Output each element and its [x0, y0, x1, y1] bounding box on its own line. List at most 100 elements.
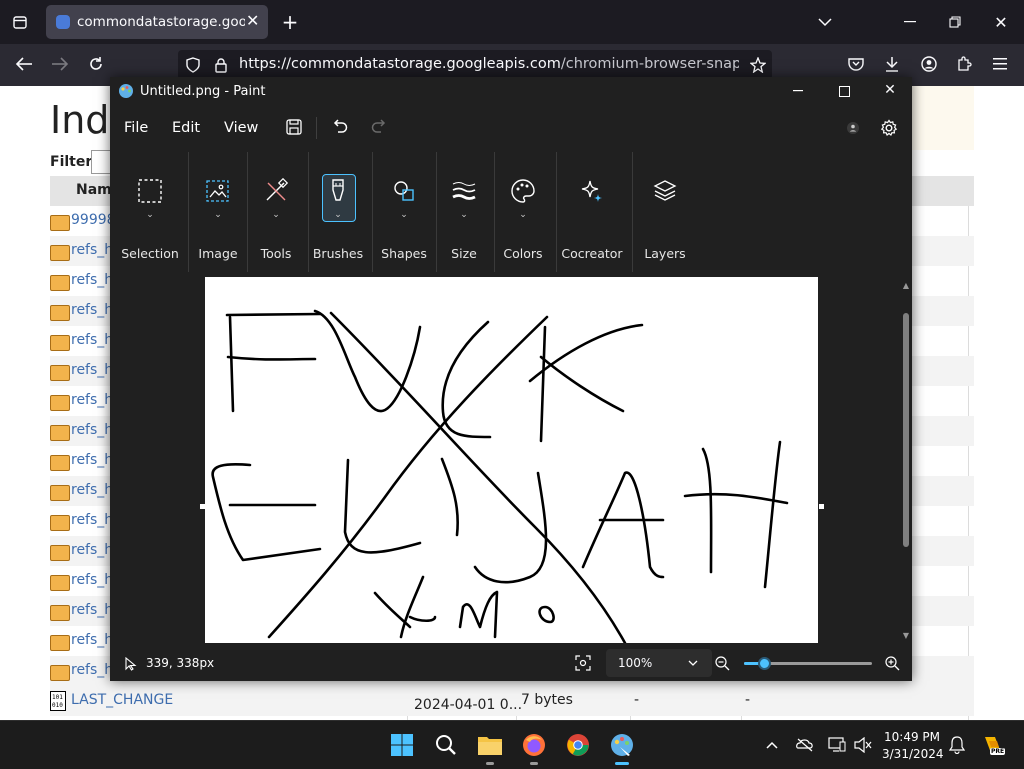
drive-status-icon[interactable] — [795, 736, 815, 754]
paint-app[interactable] — [606, 729, 638, 765]
redo-icon[interactable] — [369, 117, 389, 137]
file-link[interactable]: refs_h — [71, 452, 113, 468]
zoom-level-dropdown[interactable]: 100% — [606, 649, 712, 677]
vertical-scrollbar-thumb[interactable] — [903, 313, 909, 547]
pocket-icon[interactable] — [846, 54, 866, 74]
zoom-in-icon[interactable] — [883, 654, 901, 672]
chevron-down-icon[interactable]: ⌄ — [214, 210, 222, 220]
menu-edit[interactable]: Edit — [172, 120, 200, 136]
zoom-out-icon[interactable] — [713, 654, 731, 672]
network-display-icon[interactable] — [827, 736, 847, 754]
paint-minimize-icon[interactable] — [788, 83, 808, 99]
tool-group-colors[interactable]: ⌄ Colors — [496, 150, 550, 274]
file-link[interactable]: refs_h — [71, 662, 113, 678]
start-button[interactable] — [386, 729, 418, 761]
canvas-resize-handle[interactable] — [200, 504, 205, 509]
file-link[interactable]: refs_h — [71, 302, 113, 318]
tool-group-size[interactable]: ⌄ Size — [438, 150, 490, 274]
tab-close-icon[interactable]: ✕ — [246, 11, 259, 30]
search-button[interactable] — [430, 729, 462, 761]
tool-group-brushes[interactable]: ⌄ Brushes — [310, 150, 366, 274]
chevron-down-icon[interactable]: ⌄ — [400, 210, 408, 220]
padlock-icon[interactable] — [212, 56, 230, 74]
selection-icon — [137, 178, 163, 204]
back-arrow-icon[interactable] — [14, 54, 34, 74]
tool-group-layers[interactable]: Layers — [634, 150, 696, 274]
chrome-icon — [567, 734, 589, 756]
tool-label: Brushes — [312, 246, 364, 261]
cocreator-sparkle-icon — [579, 178, 605, 204]
tab-list-icon[interactable] — [10, 12, 30, 32]
close-window-icon[interactable]: ✕ — [991, 12, 1011, 32]
volume-muted-icon[interactable] — [853, 736, 873, 754]
bookmark-star-icon[interactable] — [748, 55, 768, 75]
file-link[interactable]: refs_h — [71, 572, 113, 588]
account-icon[interactable] — [919, 54, 939, 74]
list-all-tabs-chevron-icon[interactable] — [815, 12, 835, 32]
settings-gear-icon[interactable] — [878, 117, 900, 139]
menu-file[interactable]: File — [124, 120, 148, 136]
fit-to-window-icon[interactable] — [574, 654, 592, 672]
running-indicator — [615, 762, 629, 765]
downloads-icon[interactable] — [882, 54, 902, 74]
hamburger-menu-icon[interactable] — [990, 54, 1010, 74]
chevron-down-icon[interactable]: ⌄ — [272, 210, 280, 220]
ribbon-divider — [556, 152, 557, 272]
extensions-puzzle-icon[interactable] — [954, 54, 974, 74]
tool-group-shapes[interactable]: ⌄ Shapes — [375, 150, 433, 274]
folder-icon — [50, 245, 70, 261]
restore-icon[interactable] — [945, 12, 965, 32]
new-tab-icon[interactable]: + — [280, 10, 300, 34]
copilot-preview-icon[interactable]: PRE — [981, 733, 1006, 757]
browser-tab-active[interactable]: commondatastorage.googleapis.com ✕ — [46, 5, 268, 39]
url-bar[interactable]: https://commondatastorage.googleapis.com… — [178, 50, 772, 80]
scroll-up-arrow-icon[interactable]: ▲ — [901, 280, 911, 290]
account-small-icon[interactable] — [844, 119, 862, 137]
file-link[interactable]: refs_h — [71, 602, 113, 618]
paint-close-icon[interactable]: ✕ — [880, 82, 900, 98]
file-link[interactable]: refs_h — [71, 512, 113, 528]
scroll-down-arrow-icon[interactable]: ▼ — [901, 630, 911, 640]
notification-bell-icon[interactable] — [947, 736, 967, 754]
file-link[interactable]: refs_h — [71, 362, 113, 378]
file-link[interactable]: refs_h — [71, 422, 113, 438]
canvas-resize-handle[interactable] — [819, 504, 824, 509]
chevron-down-icon[interactable]: ⌄ — [460, 210, 468, 220]
minimize-icon[interactable] — [900, 12, 920, 32]
firefox-app[interactable] — [518, 729, 550, 765]
file-link[interactable]: refs_h — [71, 632, 113, 648]
drawing-canvas[interactable] — [205, 277, 818, 643]
menu-view[interactable]: View — [224, 120, 258, 136]
file-link[interactable]: 99998 — [71, 212, 116, 228]
file-link[interactable]: refs_h — [71, 482, 113, 498]
reload-icon[interactable] — [86, 54, 106, 74]
chevron-down-icon[interactable]: ⌄ — [146, 210, 154, 220]
undo-icon[interactable] — [329, 117, 349, 137]
save-icon[interactable] — [284, 117, 304, 137]
tool-group-cocreator[interactable]: Cocreator — [558, 150, 626, 274]
tracking-protection-shield-icon[interactable] — [184, 56, 202, 74]
folder-icon — [50, 575, 70, 591]
paint-window: Untitled.png - Paint ✕ File Edit View ⌄ … — [110, 77, 912, 681]
chrome-app[interactable] — [562, 729, 594, 761]
url-text[interactable]: https://commondatastorage.googleapis.com… — [239, 56, 739, 72]
file-link-last-change[interactable]: LAST_CHANGE — [71, 692, 173, 708]
file-link[interactable]: refs_h — [71, 272, 113, 288]
file-link[interactable]: refs_h — [71, 242, 113, 258]
tool-group-image[interactable]: ⌄ Image — [190, 150, 246, 274]
file-link[interactable]: refs_h — [71, 392, 113, 408]
chevron-down-icon[interactable]: ⌄ — [334, 210, 342, 220]
file-explorer-app[interactable] — [474, 729, 506, 765]
site-favicon-icon — [56, 15, 70, 29]
tool-group-selection[interactable]: ⌄ Selection — [120, 150, 180, 274]
paint-maximize-icon[interactable] — [834, 83, 854, 99]
tool-group-tools[interactable]: ⌄ Tools — [248, 150, 304, 274]
chevron-down-icon[interactable]: ⌄ — [519, 210, 527, 220]
file-link[interactable]: refs_h — [71, 332, 113, 348]
file-link[interactable]: refs_h — [71, 542, 113, 558]
forward-arrow-icon[interactable] — [50, 54, 70, 74]
zoom-slider-thumb[interactable] — [758, 657, 771, 670]
palette-icon — [510, 178, 536, 204]
show-hidden-icons-chevron-icon[interactable] — [764, 737, 780, 753]
system-clock[interactable]: 10:49 PM 3/31/2024 — [882, 729, 944, 763]
